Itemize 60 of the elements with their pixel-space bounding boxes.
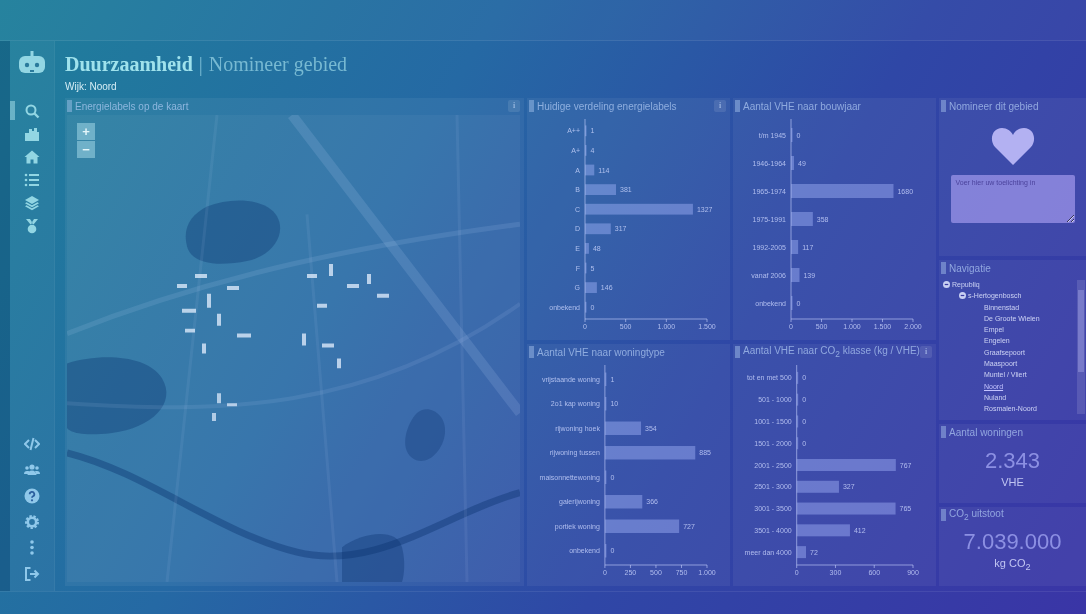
panel-title: Aantal VHE naar bouwjaar — [743, 100, 861, 112]
panel-title: Aantal VHE naar woningtype — [537, 346, 665, 358]
title-marker — [941, 262, 946, 274]
bar — [585, 164, 595, 176]
bar — [796, 546, 806, 559]
bar — [585, 282, 597, 293]
page-title: Duurzaamheid — [65, 52, 193, 76]
title-marker — [529, 346, 534, 358]
area-label: Wijk: Noord — [65, 81, 117, 92]
list-icon — [23, 171, 40, 188]
search-icon — [23, 102, 40, 119]
panel-title: Energielabels op de kaart — [75, 100, 189, 112]
settings-icon — [23, 513, 40, 530]
title-separator: | — [198, 52, 203, 76]
layers-icon — [23, 194, 40, 211]
bar — [791, 212, 813, 226]
title-marker — [941, 426, 946, 438]
panel-title: Nomineer dit gebied — [949, 100, 1039, 112]
medal-icon — [23, 217, 40, 234]
bar — [796, 393, 799, 406]
scrollbar[interactable] — [1077, 280, 1085, 414]
help-icon — [23, 487, 40, 504]
bar — [791, 268, 800, 282]
panel-title: Huidige verdeling energielabels — [537, 100, 677, 112]
users-icon — [23, 461, 40, 478]
bar — [585, 223, 611, 235]
logout-icon — [23, 565, 40, 582]
bar — [585, 184, 616, 195]
title-marker — [67, 100, 72, 112]
bar — [796, 371, 799, 384]
title-marker — [735, 100, 740, 112]
home-icon — [23, 148, 40, 165]
page-subtitle: Nomineer gebied — [208, 52, 348, 76]
bar — [796, 415, 799, 428]
title-marker — [941, 509, 946, 521]
bar — [796, 437, 799, 450]
bar — [796, 524, 850, 537]
bar — [604, 495, 643, 509]
collapse-icon[interactable] — [959, 292, 966, 300]
panel-title: Aantal VHE naar CO$_{2}$ klasse (kg / VHE) — [743, 345, 920, 359]
bar — [796, 480, 839, 493]
title-marker — [735, 346, 740, 358]
buildings-icon — [23, 125, 40, 142]
bar — [791, 240, 799, 254]
stat-unit: kg CO$_{2}$ — [994, 557, 1031, 573]
title-marker — [529, 100, 534, 112]
code-icon — [23, 435, 40, 452]
panel-title: Navigatie — [949, 262, 991, 274]
panel-title: Aantal woningen — [949, 426, 1023, 438]
bar — [604, 421, 642, 435]
panel-title: CO$_{2}$ uitstoot — [949, 508, 1004, 522]
stat-unit: VHE — [1001, 476, 1024, 488]
stat-value: 7.039.000 — [963, 529, 1062, 556]
bar — [791, 156, 794, 170]
collapse-icon[interactable] — [943, 281, 950, 289]
heart-icon — [990, 127, 1035, 165]
title-marker — [941, 100, 946, 112]
more-icon — [29, 540, 34, 555]
bar — [585, 243, 589, 254]
stat-value: 2.343 — [984, 448, 1041, 474]
